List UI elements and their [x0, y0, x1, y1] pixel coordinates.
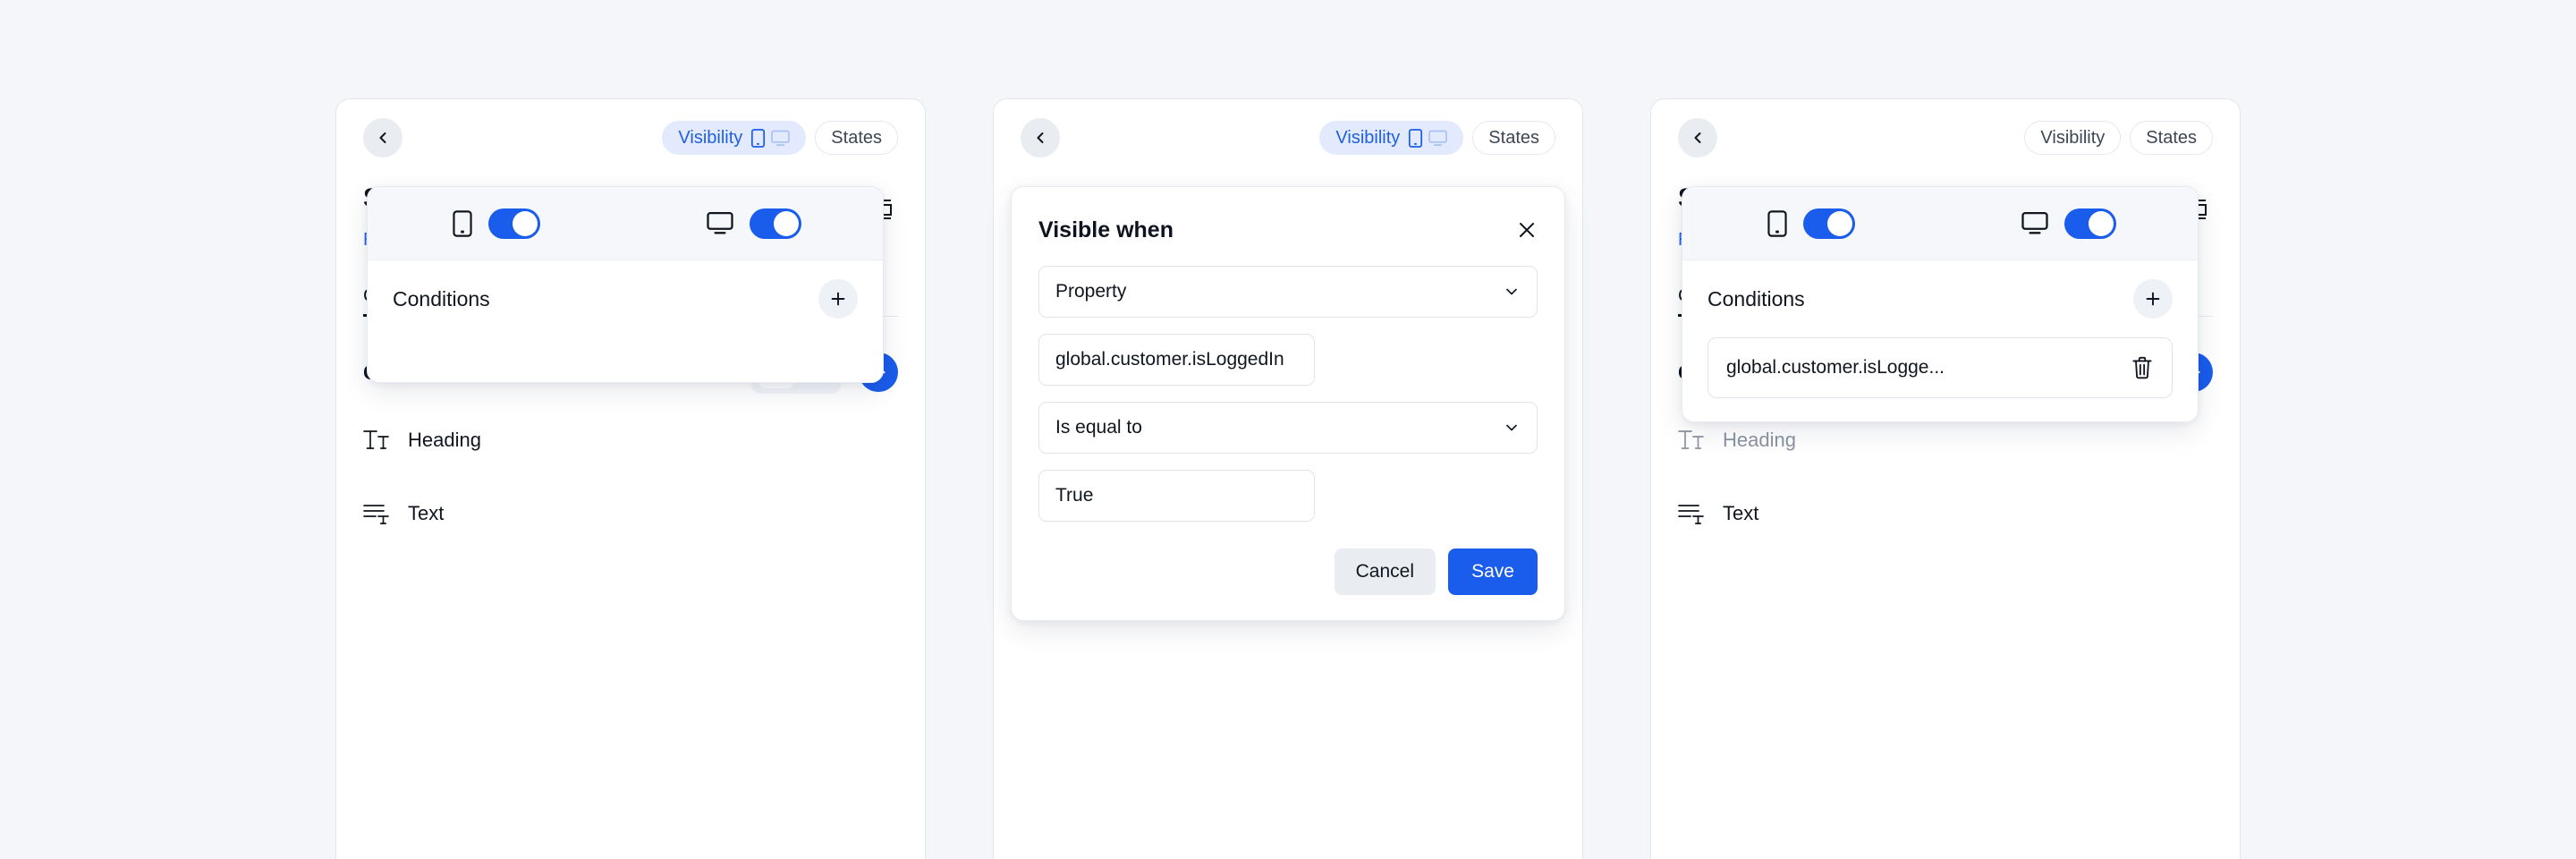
panel-1-pill-group: Visibility States	[662, 121, 898, 155]
tab-visibility-label: Visibility	[678, 127, 743, 148]
mobile-visibility-group	[368, 208, 625, 239]
visible-when-modal: Visible when Property Is equal to Cancel…	[1011, 186, 1565, 621]
panel-2-header: Visibility States	[994, 99, 1582, 176]
back-button[interactable]	[1021, 118, 1060, 157]
conditions-header: Conditions	[368, 260, 883, 337]
toggle-knob	[774, 210, 799, 236]
conditions-header: Conditions	[1682, 260, 2198, 337]
mobile-icon	[453, 209, 472, 237]
chevron-left-icon	[1689, 129, 1707, 147]
heading-icon	[1678, 429, 1705, 452]
panel-3-pill-group: Visibility States	[2024, 121, 2213, 155]
close-icon	[1516, 219, 1538, 241]
desktop-icon	[771, 130, 791, 147]
tab-visibility-label: Visibility	[2040, 127, 2106, 148]
conditions-label: Conditions	[393, 286, 490, 310]
tab-visibility[interactable]: Visibility	[662, 121, 807, 155]
conditions-label: Conditions	[1707, 286, 1805, 310]
screen-root: Visibility States Heading Text Condition…	[0, 0, 2576, 859]
save-button[interactable]: Save	[1448, 549, 1538, 595]
panel-1-header: Visibility States	[336, 99, 925, 176]
tab-visibility[interactable]: Visibility	[2024, 121, 2122, 155]
conditions-empty-area	[368, 337, 883, 382]
chevron-down-icon	[1503, 419, 1521, 437]
tab-visibility-label: Visibility	[1335, 127, 1401, 148]
mobile-icon	[1767, 209, 1787, 237]
desktop-icon	[2021, 211, 2048, 235]
trash-icon[interactable]	[2131, 355, 2154, 380]
condition-item[interactable]: global.customer.isLogge...	[1707, 337, 2173, 398]
chevron-left-icon	[1031, 129, 1049, 147]
operator-value: Is equal to	[1055, 417, 1142, 438]
property-path-input[interactable]	[1038, 334, 1315, 386]
desktop-icon	[1428, 130, 1448, 147]
heading-icon	[363, 429, 390, 452]
device-toggle-row	[1682, 187, 2198, 260]
back-button[interactable]	[1678, 118, 1717, 157]
tab-states[interactable]: States	[1472, 121, 1555, 155]
modal-header: Visible when	[1038, 210, 1538, 250]
mobile-visibility-toggle[interactable]	[488, 208, 540, 239]
back-button[interactable]	[363, 118, 402, 157]
mobile-visibility-toggle[interactable]	[1803, 208, 1855, 239]
conditions-list: global.customer.isLogge...	[1682, 337, 2198, 421]
toggle-knob	[2089, 210, 2114, 236]
panel-3-header: Visibility States	[1651, 99, 2240, 176]
add-condition-button[interactable]	[818, 279, 858, 319]
plus-icon	[828, 289, 848, 309]
mobile-visibility-group	[1682, 208, 1940, 239]
tab-states-label: States	[1488, 127, 1539, 148]
mobile-icon	[1408, 128, 1423, 148]
list-item[interactable]: Text	[363, 483, 898, 544]
list-item-label: Heading	[1723, 429, 1796, 451]
tab-visibility-device-icons	[750, 128, 791, 148]
visibility-popover: Conditions	[367, 186, 884, 383]
comparison-value-input[interactable]	[1038, 470, 1315, 522]
desktop-icon	[707, 211, 733, 235]
tab-states-label: States	[2146, 127, 2197, 148]
tab-states[interactable]: States	[815, 121, 898, 155]
list-item-label: Text	[1723, 502, 1759, 524]
condition-label: global.customer.isLogge...	[1726, 357, 1945, 378]
desktop-visibility-toggle[interactable]	[750, 208, 801, 239]
add-condition-button[interactable]	[2133, 279, 2173, 319]
modal-actions: Cancel Save	[1038, 549, 1538, 595]
operator-select[interactable]: Is equal to	[1038, 402, 1538, 454]
text-icon	[363, 502, 390, 525]
condition-type-select[interactable]: Property	[1038, 266, 1538, 318]
desktop-visibility-group	[625, 208, 883, 239]
desktop-visibility-toggle[interactable]	[2064, 208, 2116, 239]
text-icon	[1678, 502, 1705, 525]
plus-icon	[2143, 289, 2163, 309]
chevron-left-icon	[374, 129, 392, 147]
chevron-down-icon	[1503, 283, 1521, 301]
modal-title: Visible when	[1038, 217, 1174, 242]
list-item[interactable]: Text	[1678, 483, 2213, 544]
list-item-label: Text	[408, 502, 445, 524]
panel-2-pill-group: Visibility States	[1319, 121, 1555, 155]
tab-visibility-device-icons	[1408, 128, 1448, 148]
tab-states[interactable]: States	[2130, 121, 2213, 155]
list-item-label: Heading	[408, 429, 481, 451]
cancel-button[interactable]: Cancel	[1334, 549, 1436, 595]
toggle-knob	[1827, 210, 1852, 236]
desktop-visibility-group	[1940, 208, 2198, 239]
close-button[interactable]	[1516, 219, 1538, 241]
toggle-knob	[513, 210, 538, 236]
list-item[interactable]: Heading	[363, 410, 898, 471]
visibility-popover: Conditions global.customer.isLogge...	[1682, 186, 2199, 422]
condition-type-value: Property	[1055, 281, 1127, 302]
tab-states-label: States	[831, 127, 882, 148]
device-toggle-row	[368, 187, 883, 260]
tab-visibility[interactable]: Visibility	[1319, 121, 1464, 155]
mobile-icon	[750, 128, 766, 148]
